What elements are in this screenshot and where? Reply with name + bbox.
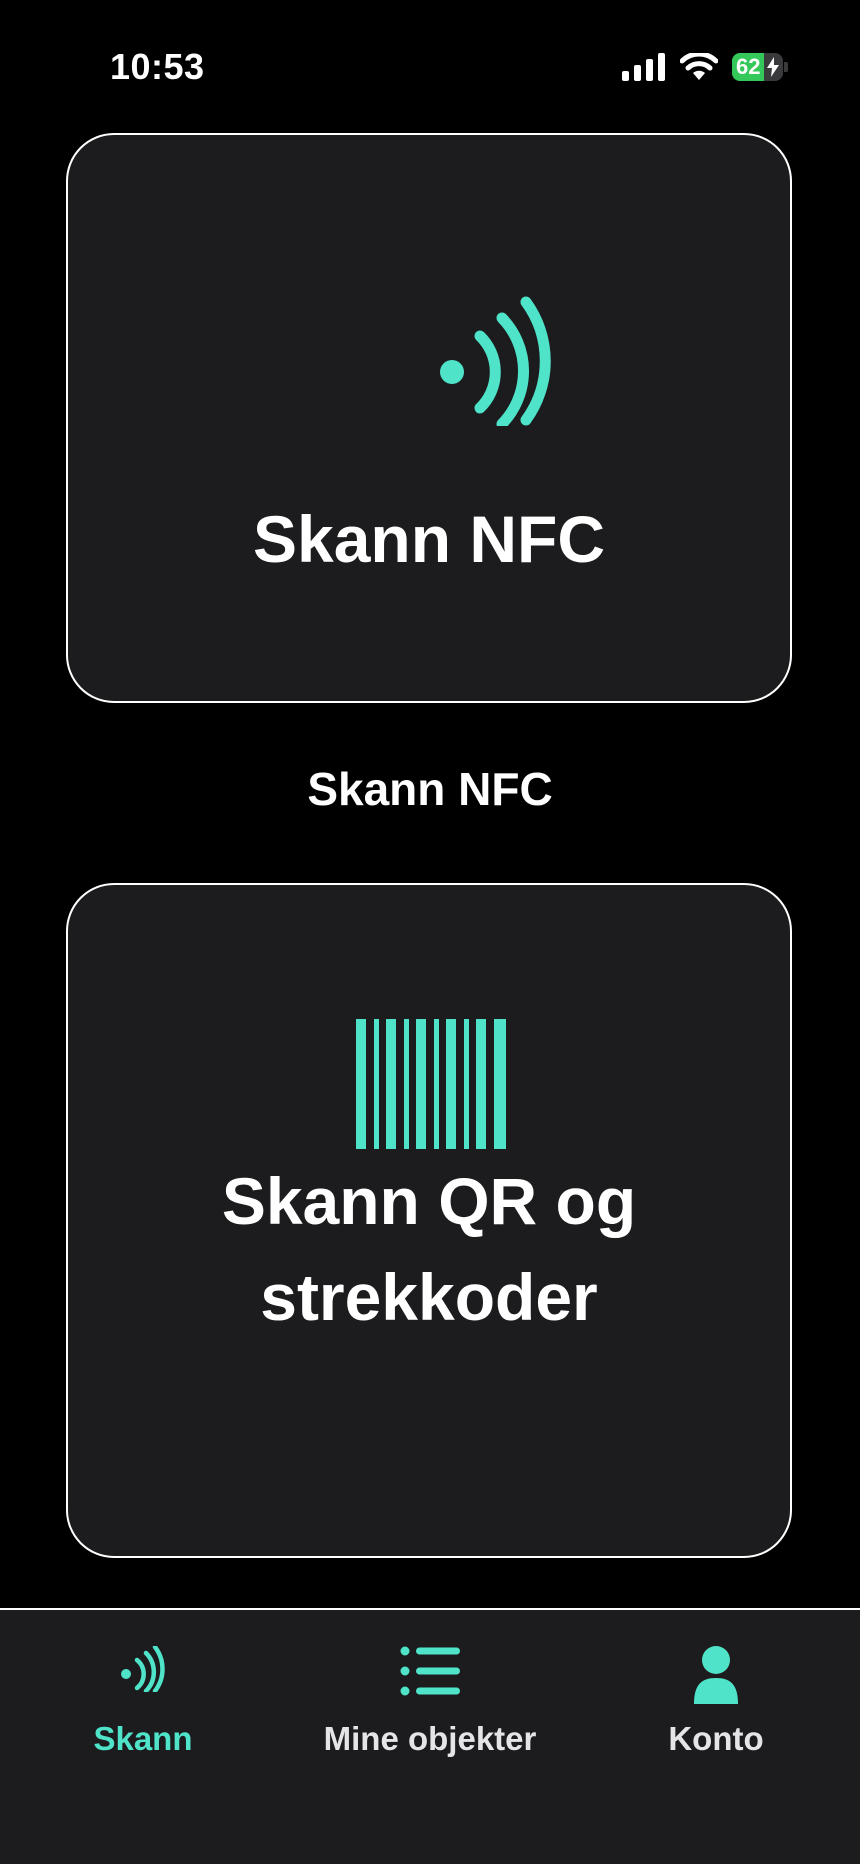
- tab-skann[interactable]: Skann: [40, 1610, 246, 1770]
- charging-bolt-icon: [767, 57, 780, 77]
- nfc-icon: [440, 296, 551, 426]
- person-icon: [694, 1646, 738, 1704]
- tab-konto-label: Konto: [668, 1720, 764, 1757]
- tab-mine-objekter-label: Mine objekter: [323, 1720, 537, 1757]
- tab-bar: Skann Mine objekter Konto: [0, 1608, 860, 1864]
- battery-icon: 62: [732, 52, 788, 82]
- tab-skann-label: Skann: [93, 1720, 193, 1757]
- scan-qr-card[interactable]: Skann QR og strekkoder: [66, 883, 792, 1558]
- scan-qr-title-line2: strekkoder: [260, 1260, 598, 1334]
- status-time: 10:53: [110, 46, 205, 87]
- tab-konto[interactable]: Konto: [616, 1610, 816, 1770]
- scan-qr-title: Skann QR og strekkoder: [68, 1153, 790, 1345]
- wifi-icon: [680, 53, 718, 80]
- scan-nfc-caption: Skann NFC: [307, 763, 553, 815]
- battery-percent: 62: [736, 54, 761, 79]
- tab-mine-objekter[interactable]: Mine objekter: [290, 1610, 570, 1770]
- list-icon: [400, 1646, 460, 1696]
- status-icons: 62: [622, 52, 788, 82]
- scan-nfc-card[interactable]: Skann NFC: [66, 133, 792, 703]
- status-bar: 10:53 62: [0, 0, 860, 130]
- cellular-signal-icon: [622, 53, 665, 81]
- scan-qr-title-line1: Skann QR og: [221, 1164, 637, 1238]
- scan-nfc-title: Skann NFC: [252, 502, 606, 576]
- barcode-icon: [356, 1019, 506, 1149]
- nfc-icon: [121, 1646, 165, 1692]
